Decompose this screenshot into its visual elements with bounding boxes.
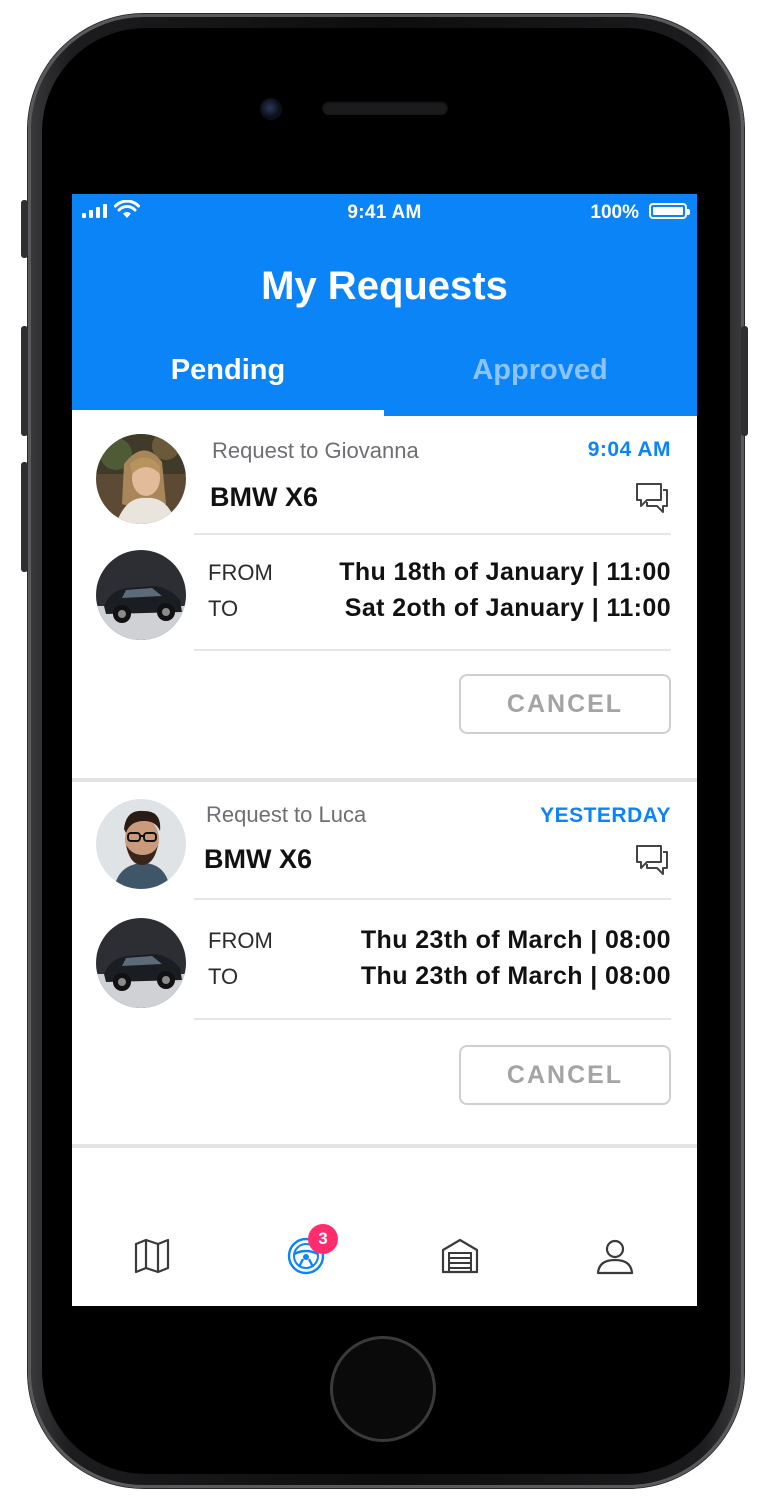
bottom-tab-bar	[72, 1208, 697, 1306]
volume-down-button	[21, 462, 28, 572]
request-time: 9:04 AM	[587, 438, 671, 461]
divider	[194, 898, 671, 900]
map-icon[interactable]	[132, 1236, 172, 1276]
tab-pending[interactable]: Pending	[72, 354, 384, 387]
request-time: YESTERDAY	[540, 804, 671, 827]
chat-icon[interactable]	[633, 478, 671, 516]
earpiece-speaker	[322, 101, 448, 115]
user-icon[interactable]	[595, 1236, 635, 1276]
battery-percentage: 100%	[590, 202, 639, 223]
car-thumbnail	[96, 550, 186, 640]
request-card: Request to Luca YESTERDAY BMW X6 FROM TO…	[72, 782, 697, 1144]
app-header: 9:41 AM 100% My Requests Pending Approve…	[72, 194, 697, 416]
mute-switch	[21, 200, 28, 258]
avatar	[96, 434, 186, 524]
avatar	[96, 799, 186, 889]
from-datetime: Thu 18th of January | 11:00	[339, 558, 671, 586]
divider	[194, 1018, 671, 1020]
power-button	[741, 326, 748, 436]
chat-icon[interactable]	[633, 840, 671, 878]
request-recipient: Request to Giovanna	[212, 438, 419, 463]
to-datetime: Thu 23th of March | 08:00	[360, 962, 671, 990]
cancel-button[interactable]: CANCEL	[459, 1045, 671, 1105]
from-label: FROM	[208, 560, 273, 585]
from-label: FROM	[208, 928, 273, 953]
volume-up-button	[21, 326, 28, 436]
home-button[interactable]	[330, 1336, 436, 1442]
from-datetime: Thu 23th of March | 08:00	[360, 926, 671, 954]
app-screen: 9:41 AM 100% My Requests Pending Approve…	[72, 194, 697, 1306]
to-datetime: Sat 2oth of January | 11:00	[344, 594, 671, 622]
front-camera	[260, 98, 282, 120]
to-label: TO	[208, 596, 239, 621]
car-name: BMW X6	[204, 844, 312, 874]
card-separator	[72, 1144, 697, 1148]
garage-icon[interactable]	[440, 1236, 480, 1276]
divider	[194, 533, 671, 535]
request-card: Request to Giovanna 9:04 AM BMW X6 FROM …	[72, 416, 697, 778]
divider	[194, 649, 671, 651]
page-title: My Requests	[261, 264, 508, 308]
to-label: TO	[208, 964, 239, 989]
status-bar: 9:41 AM 100%	[72, 194, 697, 230]
car-thumbnail	[96, 918, 186, 1008]
battery-icon	[649, 203, 690, 219]
request-recipient: Request to Luca	[206, 802, 367, 827]
cancel-button[interactable]: CANCEL	[459, 674, 671, 734]
tab-approved[interactable]: Approved	[384, 354, 696, 387]
car-name: BMW X6	[210, 482, 318, 512]
notification-badge: 3	[308, 1224, 338, 1254]
